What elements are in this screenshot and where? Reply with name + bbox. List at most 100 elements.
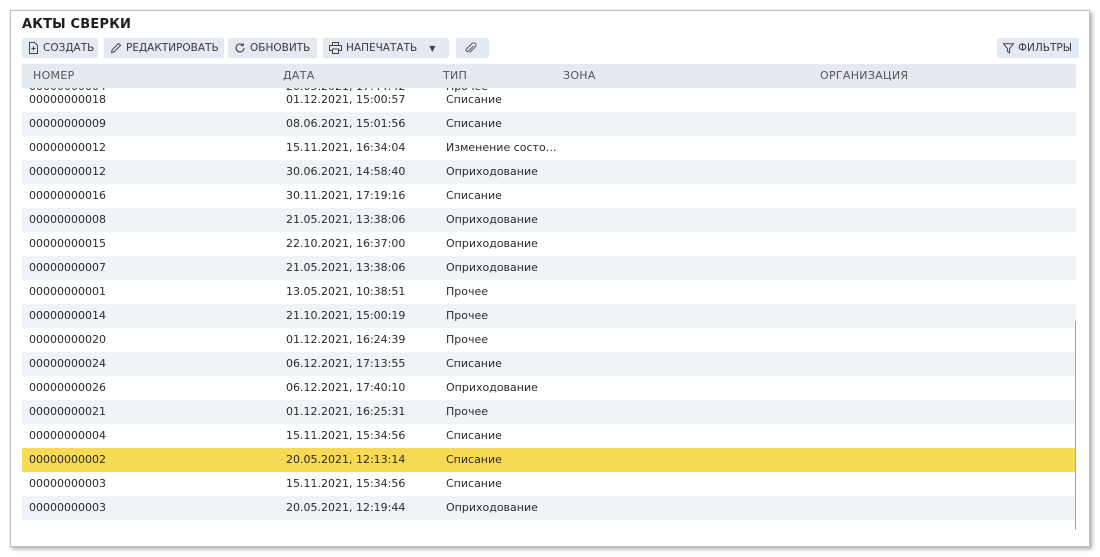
cell-type: Списание (446, 357, 502, 370)
cell-date: 06.12.2021, 17:13:55 (286, 357, 406, 370)
cell-type: Оприходование (446, 261, 538, 274)
printer-icon (329, 42, 342, 54)
table-row[interactable]: 00000000018 01.12.2021, 15:00:57 Списание (22, 88, 1076, 112)
edit-label: РЕДАКТИРОВАТЬ (126, 42, 219, 54)
cell-type: Списание (446, 477, 502, 490)
table-row[interactable]: 00000000001 13.05.2021, 10:38:51 Прочее (22, 280, 1076, 304)
cell-date: 13.05.2021, 10:38:51 (286, 285, 406, 298)
cell-type: Оприходование (446, 237, 538, 250)
cell-number: 00000000018 (29, 93, 106, 106)
cell-date: 15.11.2021, 15:34:56 (286, 477, 406, 490)
cell-type: Прочее (446, 285, 489, 298)
table-row[interactable]: 00000000003 20.05.2021, 12:19:44 Оприходов… (22, 496, 1076, 520)
cell-number: 00000000021 (29, 405, 106, 418)
cell-number: 00000000002 (29, 453, 106, 466)
reconciliation-acts-panel: АКТЫ СВЕРКИ СОЗДАТЬ РЕДАКТИРОВАТЬ ОБНОВИ… (10, 10, 1090, 547)
cell-date: 30.06.2021, 14:58:40 (286, 165, 406, 178)
cell-number: 00000000003 (29, 477, 106, 490)
column-header-type[interactable]: ТИП (443, 64, 467, 88)
cell-number: 00000000009 (29, 117, 106, 130)
table-row[interactable]: 00000000012 30.06.2021, 14:58:40 Оприходов… (22, 160, 1076, 184)
create-button[interactable]: СОЗДАТЬ (22, 38, 98, 58)
table-row[interactable]: 00000000020 01.12.2021, 16:24:39 Прочее (22, 328, 1076, 352)
row-container: 00000000018 01.12.2021, 15:00:57 Списание 0… (22, 88, 1076, 520)
cell-type: Списание (446, 189, 502, 202)
table-row[interactable]: 00000000014 21.10.2021, 15:00:19 Прочее (22, 304, 1076, 328)
cell-number: 00000000024 (29, 357, 106, 370)
cell-number: 00000000015 (29, 237, 106, 250)
cell-type: Прочее (446, 333, 489, 346)
refresh-icon (235, 43, 245, 53)
cell-type: Прочее (446, 405, 489, 418)
cell-number: 00000000012 (29, 141, 106, 154)
cell-type: Изменение состоя... (446, 141, 562, 154)
cell-type: Прочее (446, 309, 489, 322)
filters-label: ФИЛЬТРЫ (1018, 42, 1073, 54)
table-row[interactable]: 00000000015 22.10.2021, 16:37:00 Оприходов… (22, 232, 1076, 256)
cell-date: 20.05.2021, 12:13:14 (286, 453, 406, 466)
table-row[interactable]: 00000000002 20.05.2021, 12:13:14 Списание (22, 448, 1076, 472)
cell-type: Списание (446, 453, 502, 466)
cell-date: 15.11.2021, 15:34:56 (286, 429, 406, 442)
table-row[interactable]: 00000000007 21.05.2021, 13:38:06 Оприходов… (22, 256, 1076, 280)
caret-down-icon[interactable]: ▼ (429, 44, 435, 53)
cell-date: 01.12.2021, 16:24:39 (286, 333, 406, 346)
cell-number: 00000000003 (29, 501, 106, 514)
column-header-zone[interactable]: ЗОНА (563, 64, 596, 88)
cell-date: 21.05.2021, 13:38:06 (286, 261, 406, 274)
table-row[interactable]: 00000000003 15.11.2021, 15:34:56 Списание (22, 472, 1076, 496)
cell-number: 00000000016 (29, 189, 106, 202)
cell-date: 30.11.2021, 17:19:16 (286, 189, 406, 202)
cell-number: 00000000004 (29, 429, 106, 442)
cell-number: 00000000014 (29, 309, 106, 322)
column-header-date[interactable]: ДАТА (283, 64, 315, 88)
paperclip-icon (465, 41, 477, 53)
table-row[interactable]: 00000000016 30.11.2021, 17:19:16 Списание (22, 184, 1076, 208)
cell-number: 00000000026 (29, 381, 106, 394)
cell-number: 00000000007 (29, 261, 106, 274)
cell-date: 21.05.2021, 13:38:06 (286, 213, 406, 226)
cell-number: 00000000020 (29, 333, 106, 346)
cell-type: Списание (446, 93, 502, 106)
column-header-number[interactable]: НОМЕР (33, 64, 75, 88)
table-row[interactable]: 00000000008 21.05.2021, 13:38:06 Оприходов… (22, 208, 1076, 232)
cell-date: 01.12.2021, 16:25:31 (286, 405, 406, 418)
table-row[interactable]: 00000000024 06.12.2021, 17:13:55 Списание (22, 352, 1076, 376)
cell-date: 21.10.2021, 15:00:19 (286, 309, 406, 322)
cell-date: 08.06.2021, 15:01:56 (286, 117, 406, 130)
cell-type: Списание (446, 117, 502, 130)
new-document-icon (29, 42, 38, 54)
vertical-scrollbar[interactable] (1075, 321, 1076, 530)
table-row[interactable]: 00000000004 15.11.2021, 15:34:56 Списание (22, 424, 1076, 448)
cell-type: Оприходование (446, 501, 538, 514)
attach-button[interactable] (456, 38, 489, 58)
create-label: СОЗДАТЬ (43, 42, 95, 54)
refresh-button[interactable]: ОБНОВИТЬ (228, 38, 317, 58)
cell-type: Оприходование (446, 213, 538, 226)
filters-button[interactable]: ФИЛЬТРЫ (997, 38, 1079, 58)
print-label: НАПЕЧАТАТЬ (346, 42, 418, 54)
table-row[interactable]: 00000000009 08.06.2021, 15:01:56 Списание (22, 112, 1076, 136)
acts-table: НОМЕР ДАТА ТИП ЗОНА ОРГАНИЗАЦИЯ 00000000… (22, 64, 1076, 531)
toolbar: СОЗДАТЬ РЕДАКТИРОВАТЬ ОБНОВИТЬ НАПЕЧАТАТ… (22, 38, 1079, 58)
page-title: АКТЫ СВЕРКИ (22, 17, 132, 32)
cell-date: 06.12.2021, 17:40:10 (286, 381, 406, 394)
print-button[interactable]: НАПЕЧАТАТЬ ▼ (323, 38, 449, 58)
pencil-icon (110, 42, 122, 54)
cell-type: Списание (446, 429, 502, 442)
cell-number: 00000000001 (29, 285, 106, 298)
table-row[interactable]: 00000000012 15.11.2021, 16:34:04 Изменение… (22, 136, 1076, 160)
cell-type: Оприходование (446, 381, 538, 394)
column-header-organization[interactable]: ОРГАНИЗАЦИЯ (820, 64, 908, 88)
table-row[interactable]: 00000000021 01.12.2021, 16:25:31 Прочее (22, 400, 1076, 424)
table-row[interactable]: 00000000026 06.12.2021, 17:40:10 Оприходов… (22, 376, 1076, 400)
funnel-icon (1003, 42, 1014, 54)
cell-date: 01.12.2021, 15:00:57 (286, 93, 406, 106)
cell-date: 15.11.2021, 16:34:04 (286, 141, 406, 154)
refresh-label: ОБНОВИТЬ (250, 42, 311, 54)
table-header: НОМЕР ДАТА ТИП ЗОНА ОРГАНИЗАЦИЯ (22, 64, 1076, 88)
edit-button[interactable]: РЕДАКТИРОВАТЬ (104, 38, 224, 58)
cell-type: Оприходование (446, 165, 538, 178)
table-body: 00000000004 20.05.2021, 17:44:42 Прочее … (22, 80, 1076, 520)
cell-date: 20.05.2021, 12:19:44 (286, 501, 406, 514)
